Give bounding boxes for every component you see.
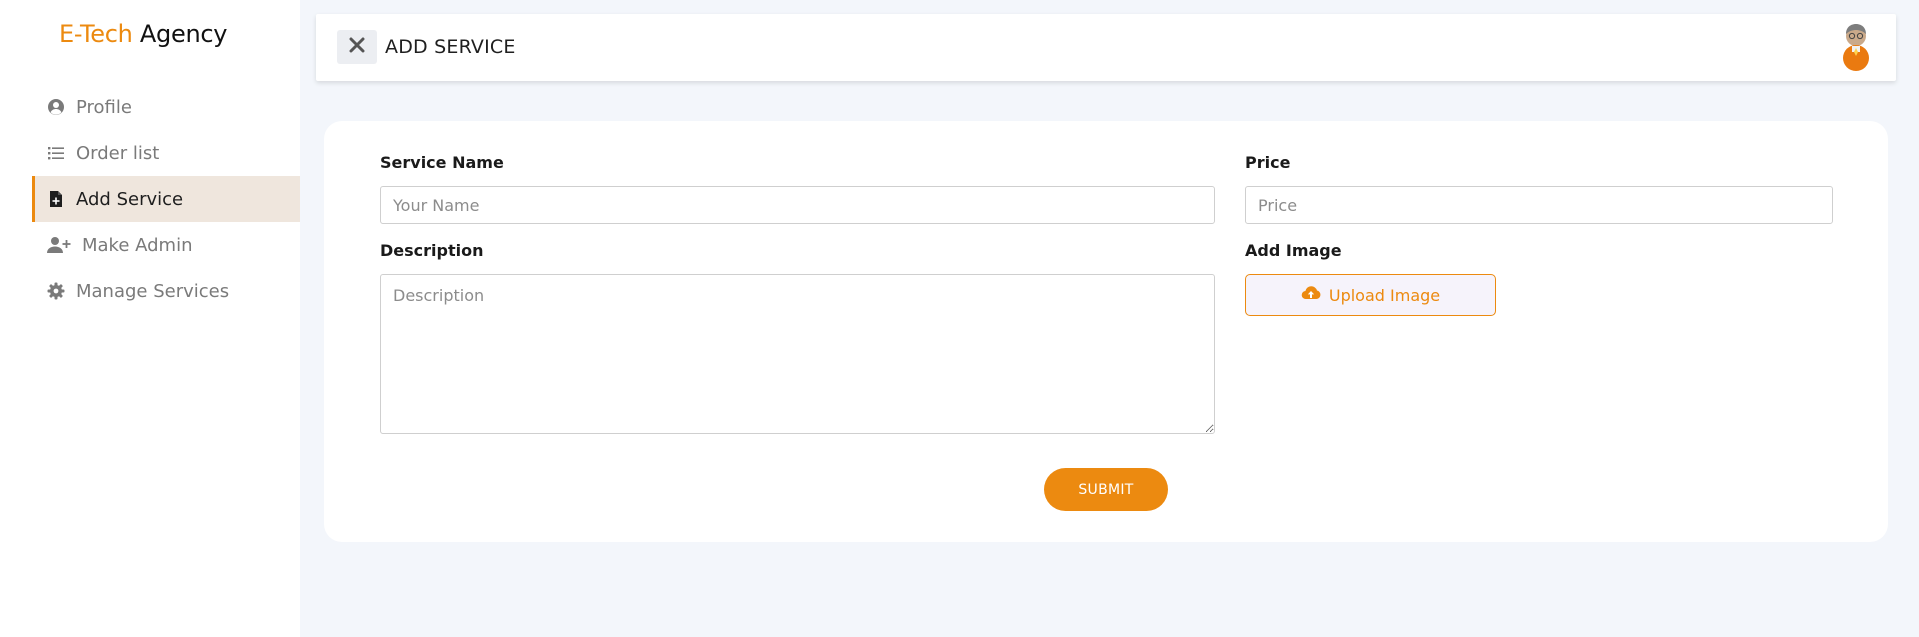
sidebar-item-add-service[interactable]: Add Service — [32, 176, 300, 222]
avatar-icon[interactable] — [1838, 24, 1874, 72]
gear-icon — [47, 282, 65, 300]
app-root: E-Tech Agency Profile Order list Add Ser… — [0, 0, 1919, 637]
sidebar: E-Tech Agency Profile Order list Add Ser… — [0, 0, 300, 637]
upload-image-button[interactable]: Upload Image — [1245, 274, 1496, 316]
brand-rest: Agency — [139, 20, 228, 48]
submit-button[interactable]: SUBMIT — [1044, 468, 1168, 511]
close-icon — [349, 37, 365, 57]
user-plus-icon — [47, 236, 71, 254]
close-button[interactable] — [337, 30, 377, 64]
sidebar-item-label: Add Service — [76, 188, 184, 210]
list-icon — [47, 144, 65, 162]
page-title: ADD SERVICE — [385, 36, 516, 58]
file-plus-icon — [47, 190, 65, 208]
sidebar-item-label: Manage Services — [76, 280, 230, 302]
description-textarea[interactable] — [380, 274, 1215, 434]
add-image-label: Add Image — [1245, 241, 1342, 260]
add-service-card: Service Name Price Description Add Image… — [324, 121, 1888, 542]
sidebar-item-manage-services[interactable]: Manage Services — [32, 268, 300, 314]
sidebar-item-label: Profile — [76, 96, 132, 118]
price-label: Price — [1245, 153, 1291, 172]
sidebar-item-label: Make Admin — [82, 234, 193, 256]
brand-logo[interactable]: E-Tech Agency — [59, 20, 227, 48]
page-header: ADD SERVICE — [316, 14, 1896, 81]
price-input[interactable] — [1245, 186, 1833, 224]
brand-accent: E-Tech — [59, 20, 133, 48]
sidebar-item-make-admin[interactable]: Make Admin — [32, 222, 300, 268]
user-circle-icon — [47, 98, 65, 116]
sidebar-item-profile[interactable]: Profile — [32, 84, 300, 130]
sidebar-nav: Profile Order list Add Service Make Admi… — [32, 84, 300, 314]
sidebar-item-label: Order list — [76, 142, 160, 164]
description-label: Description — [380, 241, 484, 260]
cloud-upload-icon — [1301, 285, 1321, 305]
sidebar-item-order-list[interactable]: Order list — [32, 130, 300, 176]
upload-image-label: Upload Image — [1328, 285, 1441, 305]
service-name-input[interactable] — [380, 186, 1215, 224]
service-name-label: Service Name — [380, 153, 504, 172]
